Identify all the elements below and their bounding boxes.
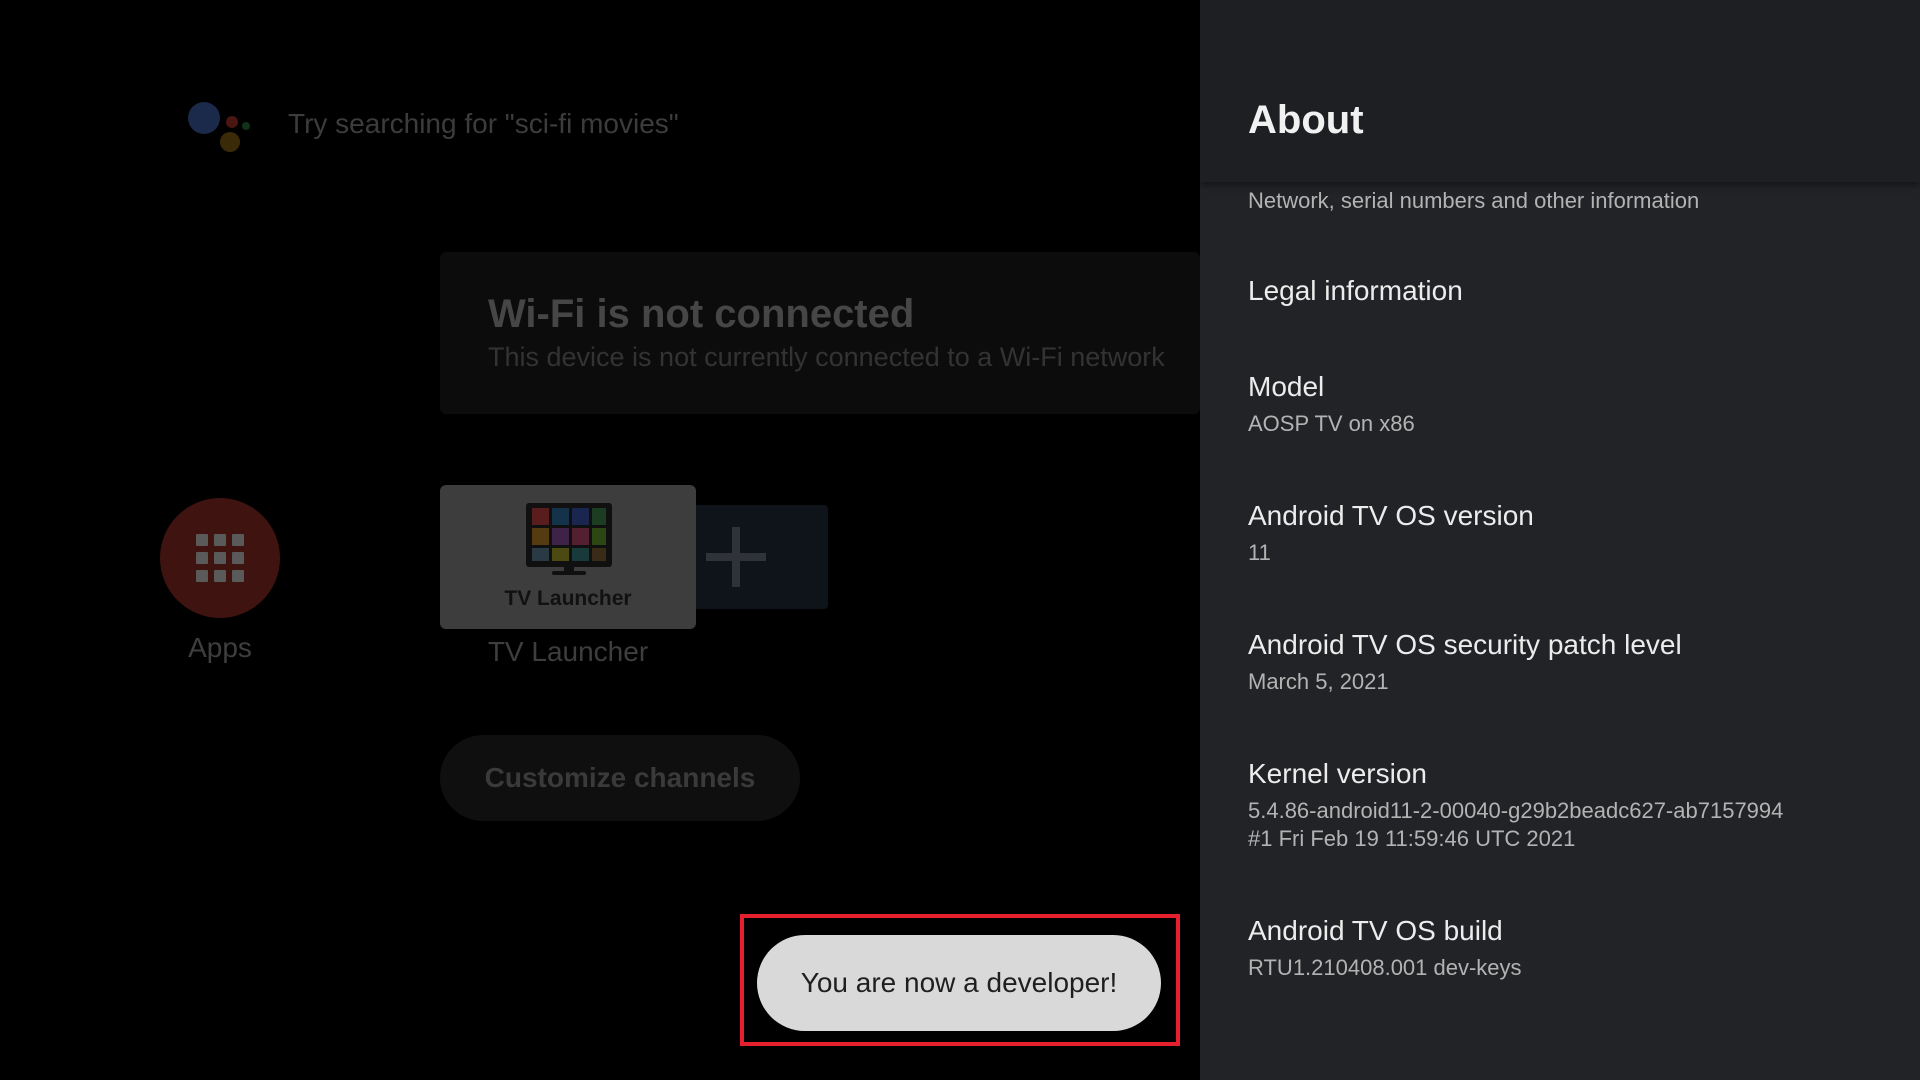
wifi-not-connected-card[interactable]: Wi-Fi is not connected This device is no…: [440, 252, 1200, 414]
pref-summary: AOSP TV on x86: [1248, 411, 1415, 436]
apps-button[interactable]: [160, 498, 280, 618]
pref-title: Model: [1248, 371, 1325, 402]
pref-summary-line2: #1 Fri Feb 19 11:59:46 UTC 2021: [1248, 826, 1576, 851]
tv-launcher-tile[interactable]: TV Launcher: [440, 485, 696, 629]
device-info-summary[interactable]: Network, serial numbers and other inform…: [1248, 188, 1699, 214]
developer-toast: You are now a developer!: [757, 935, 1161, 1031]
apps-grid-icon: [196, 534, 244, 582]
wifi-card-title: Wi-Fi is not connected: [488, 292, 915, 336]
wifi-card-subtitle: This device is not currently connected t…: [488, 342, 1165, 372]
pref-legal-information[interactable]: Legal information: [1200, 274, 1920, 308]
tv-launcher-label: TV Launcher: [487, 636, 649, 667]
pref-title: Android TV OS security patch level: [1248, 629, 1682, 660]
screen: Try searching for "sci-fi movies" Wi-Fi …: [0, 0, 1920, 1080]
add-app-tile[interactable]: [680, 505, 828, 609]
pref-android-tv-os-version[interactable]: Android TV OS version 11: [1200, 499, 1920, 567]
tv-launcher-icon: [526, 503, 612, 575]
pref-kernel-version[interactable]: Kernel version 5.4.86-android11-2-00040-…: [1200, 757, 1920, 853]
page-title: About: [1248, 98, 1364, 142]
panel-header: About: [1200, 0, 1920, 182]
pref-title: Legal information: [1248, 275, 1463, 306]
google-assistant-icon[interactable]: [186, 100, 250, 156]
pref-android-tv-os-build[interactable]: Android TV OS build RTU1.210408.001 dev-…: [1200, 914, 1920, 982]
pref-model[interactable]: Model AOSP TV on x86: [1200, 370, 1920, 438]
pref-summary: RTU1.210408.001 dev-keys: [1248, 955, 1522, 980]
tv-launcher-tile-text: TV Launcher: [504, 587, 632, 610]
pref-summary: 11: [1248, 540, 1271, 565]
add-plus-icon: [706, 527, 766, 587]
search-hint[interactable]: Try searching for "sci-fi movies": [288, 108, 679, 140]
pref-title: Android TV OS build: [1248, 915, 1503, 946]
customize-channels-button[interactable]: Customize channels: [440, 735, 800, 821]
pref-title: Kernel version: [1248, 758, 1427, 789]
pref-security-patch-level[interactable]: Android TV OS security patch level March…: [1200, 628, 1920, 696]
pref-summary: 5.4.86-android11-2-00040-g29b2beadc627-a…: [1248, 798, 1784, 823]
pref-summary: March 5, 2021: [1248, 669, 1389, 694]
about-settings-panel: Network, serial numbers and other inform…: [1200, 0, 1920, 1080]
pref-title: Android TV OS version: [1248, 500, 1534, 531]
apps-label: Apps: [188, 632, 252, 663]
